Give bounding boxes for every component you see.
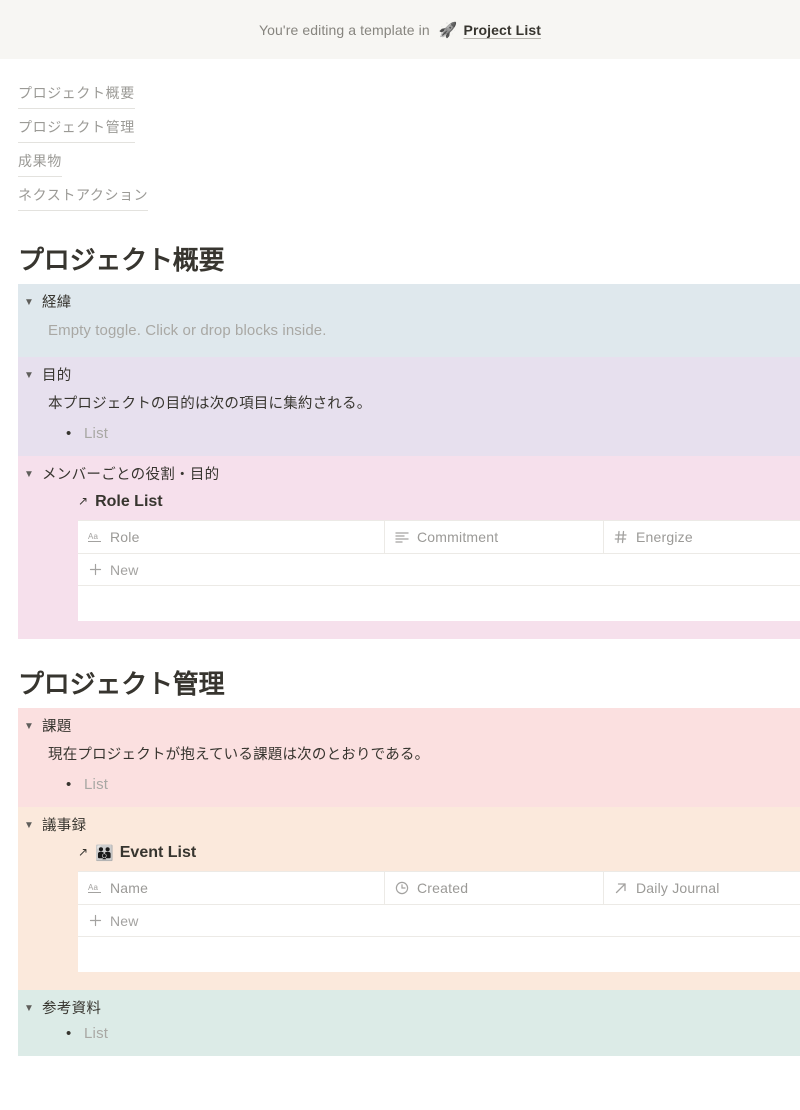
notion-template-page: You're editing a template in 🚀 Project L… [0,0,800,1110]
toggle-block-kadai: ▼ 課題 現在プロジェクトが抱えている課題は次のとおりである。 • List [18,708,800,808]
toggle-body: ↗ 👪 Event List Aa Name Created Daily Jou… [18,836,800,981]
new-row-label: New [110,912,139,929]
toggle-header[interactable]: ▼ 参考資料 [18,999,800,1019]
empty-toggle-placeholder[interactable]: Empty toggle. Click or drop blocks insid… [48,313,800,348]
database-title: Role List [95,493,163,511]
triangle-down-icon[interactable]: ▼ [24,717,42,737]
toggle-title: 経緯 [42,295,72,312]
column-header-role[interactable]: Aa Role [78,521,385,554]
toggle-block-member-roles: ▼ メンバーごとの役割・目的 ↗ Role List Aa Role Commi… [18,456,800,640]
svg-text:Aa: Aa [88,883,99,892]
toggle-title: 課題 [42,719,72,736]
list-item[interactable]: • List [48,419,800,447]
database-title-row[interactable]: ↗ 👪 Event List [78,838,800,871]
triangle-down-icon[interactable]: ▼ [24,816,42,836]
toggle-body: • List [18,1019,800,1047]
toggle-block-keii: ▼ 経緯 Empty toggle. Click or drop blocks … [18,284,800,358]
column-label: Daily Journal [636,880,720,897]
list-item-label: List [84,425,109,443]
new-row-button[interactable]: New [78,554,800,587]
toggle-title: 目的 [42,368,72,385]
bullet-dot-icon: • [66,1025,72,1043]
table-footer [78,586,800,622]
table-footer [78,937,800,973]
template-editing-banner: You're editing a template in 🚀 Project L… [0,0,800,59]
toggle-body: 現在プロジェクトが抱えている課題は次のとおりである。 • List [18,737,800,798]
column-header-energize[interactable]: Energize [604,521,800,553]
database-title-row[interactable]: ↗ Role List [78,487,800,520]
toggle-body: ↗ Role List Aa Role Commitment Energize … [18,485,800,630]
banner-message: You're editing a template in [259,21,430,38]
table-header-row: Aa Role Commitment Energize [78,521,800,555]
toggle-block-sankou-shiryou: ▼ 参考資料 • List [18,990,800,1057]
arrow-up-right-icon: ↗ [78,845,89,860]
plus-icon [87,562,103,578]
toggle-block-mokuteki: ▼ 目的 本プロジェクトの目的は次の項目に集約される。 • List [18,357,800,457]
bullet-dot-icon: • [66,776,72,794]
new-row-button[interactable]: New [78,905,800,938]
list-item[interactable]: • List [48,1019,800,1047]
toggle-header[interactable]: ▼ メンバーごとの役割・目的 [18,465,800,485]
rich-text-icon [394,529,410,545]
toggle-body: Empty toggle. Click or drop blocks insid… [18,313,800,348]
triangle-down-icon[interactable]: ▼ [24,293,42,313]
title-text-icon: Aa [87,880,103,896]
title-text-icon: Aa [87,529,103,545]
database-table: Aa Name Created Daily Journal New [78,871,800,973]
svg-text:Aa: Aa [88,532,99,541]
toggle-header[interactable]: ▼ 課題 [18,717,800,737]
toggle-header[interactable]: ▼ 経緯 [18,293,800,313]
section-heading-project-overview: プロジェクト概要 [18,245,225,275]
toc-item-deliverables[interactable]: 成果物 [18,145,62,177]
bullet-dot-icon: • [66,425,72,443]
database-table: Aa Role Commitment Energize New [78,520,800,622]
list-item-label: List [84,1025,109,1043]
plus-icon [87,913,103,929]
toggle-header[interactable]: ▼ 目的 [18,366,800,386]
linked-database-event-list: ↗ 👪 Event List Aa Name Created Daily Jou… [48,836,800,973]
toggle-header[interactable]: ▼ 議事録 [18,816,800,836]
paragraph-text[interactable]: 現在プロジェクトが抱えている課題は次のとおりである。 [48,737,800,770]
column-header-created[interactable]: Created [385,872,604,905]
paragraph-text[interactable]: 本プロジェクトの目的は次の項目に集約される。 [48,386,800,419]
arrow-up-right-icon: ↗ [78,494,89,509]
rocket-icon: 🚀 [438,22,458,39]
toc-item-next-action[interactable]: ネクストアクション [18,179,149,211]
section-heading-project-management: プロジェクト管理 [18,669,225,700]
triangle-down-icon[interactable]: ▼ [24,465,42,485]
toggle-title: 参考資料 [42,1001,102,1018]
column-header-daily-journal[interactable]: Daily Journal [604,872,800,904]
toc-item-project-management[interactable]: プロジェクト管理 [18,111,135,143]
number-hash-icon [613,529,629,545]
triangle-down-icon[interactable]: ▼ [24,366,42,386]
project-list-link[interactable]: Project List [464,22,541,38]
toc-item-project-overview[interactable]: プロジェクト概要 [18,77,135,109]
table-of-contents: プロジェクト概要 プロジェクト管理 成果物 ネクストアクション [0,59,800,219]
column-header-commitment[interactable]: Commitment [385,521,604,554]
family-people-icon: 👪 [95,844,114,862]
table-header-row: Aa Name Created Daily Journal [78,872,800,906]
toggle-body: 本プロジェクトの目的は次の項目に集約される。 • List [18,386,800,447]
column-label: Created [417,880,469,897]
database-title: Event List [119,844,197,862]
toggle-title: 議事録 [42,818,87,835]
list-item-label: List [84,776,109,794]
toggle-title: メンバーごとの役割・目的 [42,467,220,484]
linked-database-role-list: ↗ Role List Aa Role Commitment Energize … [48,485,800,622]
column-label: Commitment [417,529,499,546]
column-label: Name [110,880,149,897]
arrow-up-right-icon [613,880,629,896]
clock-icon [394,880,410,896]
new-row-label: New [110,561,139,578]
list-item[interactable]: • List [48,770,800,798]
column-header-name[interactable]: Aa Name [78,872,385,905]
column-label: Role [110,529,140,546]
column-label: Energize [636,529,693,546]
triangle-down-icon[interactable]: ▼ [24,999,42,1019]
toggle-block-gijiroku: ▼ 議事録 ↗ 👪 Event List Aa Name Created Dai… [18,807,800,991]
